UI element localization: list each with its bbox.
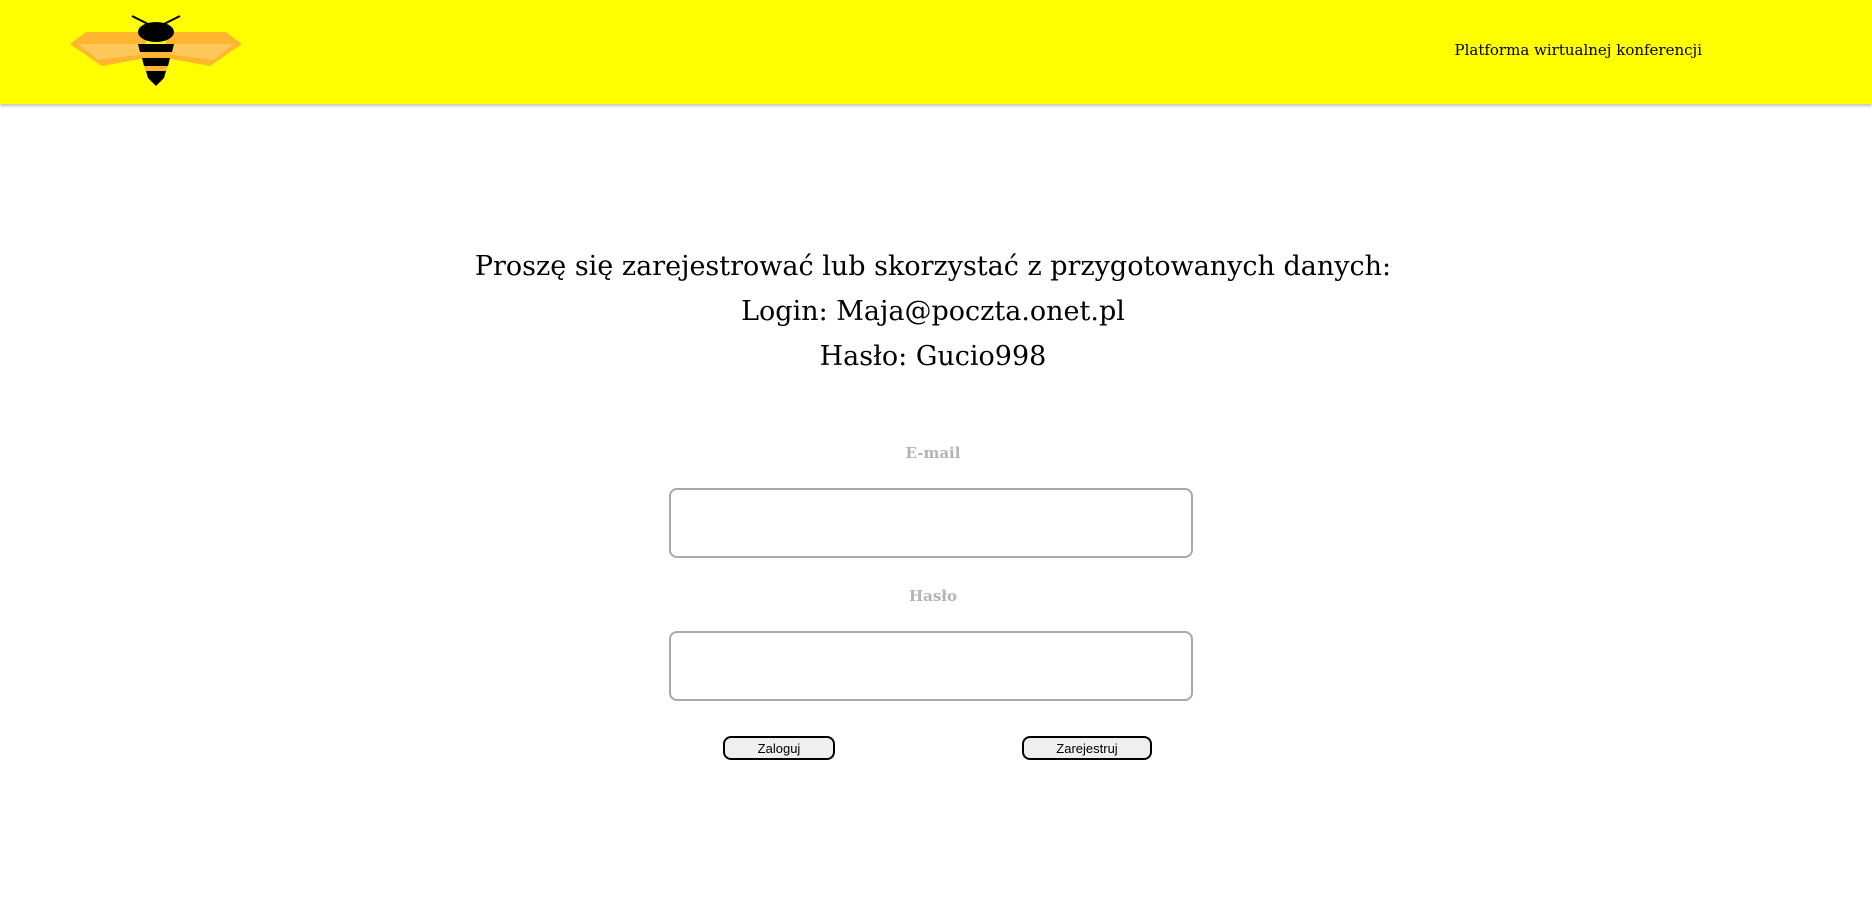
intro-line-password: Hasło: Gucio998 <box>819 341 1047 372</box>
bee-icon <box>70 15 242 86</box>
email-input[interactable] <box>669 488 1193 558</box>
intro-message: Proszę się zarejestrować lub skorzystać … <box>0 244 1866 379</box>
password-label: Hasło <box>908 587 958 605</box>
password-input[interactable] <box>669 631 1193 701</box>
header-bar: Platforma wirtualnej konferencji <box>0 0 1872 104</box>
email-label: E-mail <box>905 444 961 462</box>
header-title: Platforma wirtualnej konferencji <box>1454 41 1702 59</box>
register-button[interactable]: Zarejestruj <box>1022 736 1152 760</box>
login-button[interactable]: Zaloguj <box>723 736 835 760</box>
intro-line-instructions: Proszę się zarejestrować lub skorzystać … <box>474 251 1392 282</box>
intro-line-login: Login: Maja@poczta.onet.pl <box>741 296 1125 327</box>
